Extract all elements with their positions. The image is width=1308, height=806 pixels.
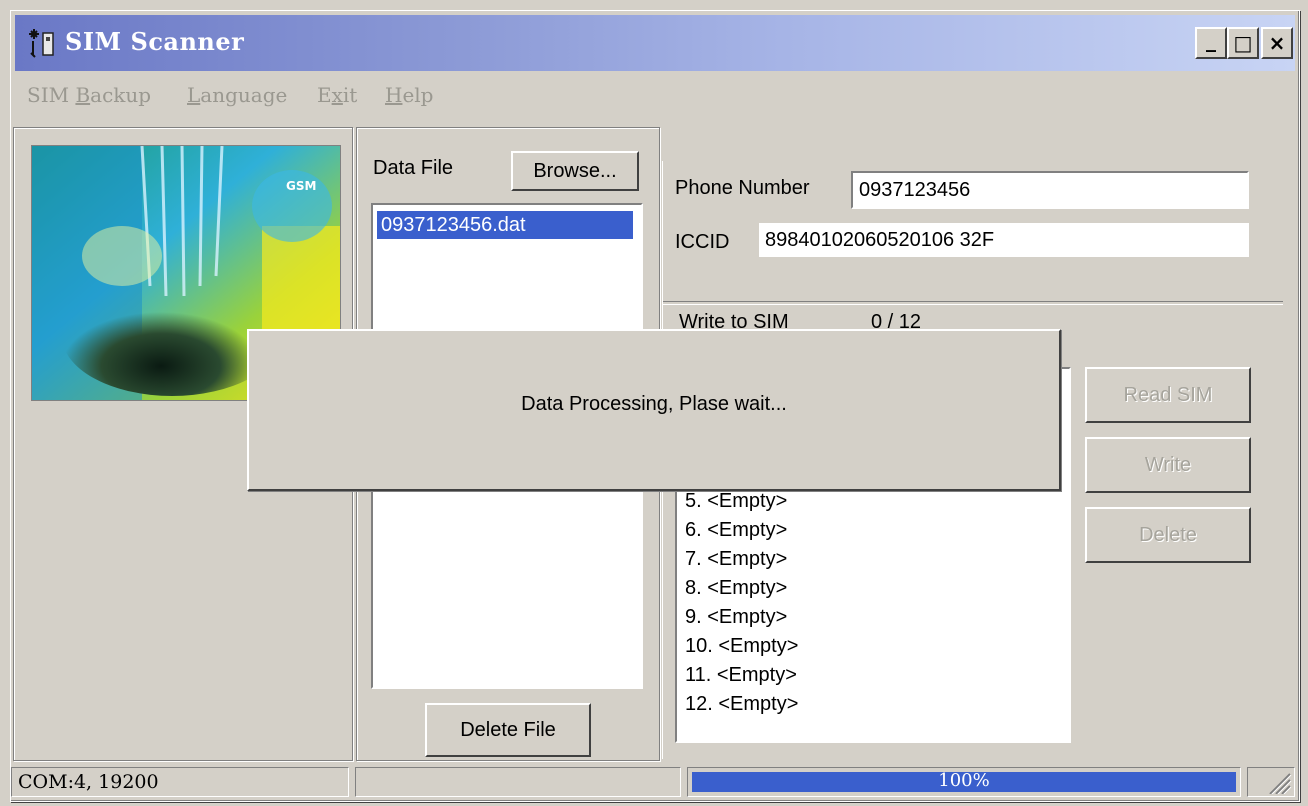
horizontal-divider (663, 301, 1283, 305)
progress-bar: 100% (687, 767, 1241, 797)
svg-text:GSM: GSM (286, 179, 316, 193)
maximize-button[interactable]: □ (1227, 27, 1259, 59)
minimize-icon: _ (1206, 28, 1216, 52)
status-pane-empty (355, 767, 681, 797)
iccid-value: 89840102060520106 32F (765, 229, 995, 251)
status-pane-grip (1247, 767, 1295, 797)
status-bar: COM:4, 19200 100% (11, 763, 1299, 799)
close-button[interactable]: × (1261, 27, 1293, 59)
phone-number-field[interactable]: 0937123456 (851, 171, 1249, 209)
list-item[interactable]: 5. <Empty> (685, 487, 798, 516)
read-sim-button[interactable]: Read SIM (1085, 367, 1251, 423)
data-file-label: Data File (373, 157, 454, 179)
list-item[interactable]: 12. <Empty> (685, 690, 798, 719)
sim-scanner-window: SIM Scanner _ □ × SIM Backup Language Ex… (10, 10, 1300, 802)
iccid-label: ICCID (675, 231, 730, 253)
iccid-field: 89840102060520106 32F (759, 223, 1249, 257)
write-button[interactable]: Write (1085, 437, 1251, 493)
list-item[interactable]: 8. <Empty> (685, 574, 798, 603)
list-item[interactable]: 6. <Empty> (685, 516, 798, 545)
menu-language[interactable]: Language (187, 83, 287, 107)
list-item[interactable]: 9. <Empty> (685, 603, 798, 632)
list-item[interactable]: 11. <Empty> (685, 661, 798, 690)
phone-number-value: 0937123456 (859, 179, 971, 201)
close-icon: × (1268, 31, 1286, 55)
menu-bar: SIM Backup Language Exit Help (15, 73, 1295, 115)
app-icon (29, 29, 54, 58)
port-status: COM:4, 19200 (18, 771, 159, 793)
delete-file-button[interactable]: Delete File (425, 703, 591, 757)
delete-button[interactable]: Delete (1085, 507, 1251, 563)
file-list-item-selected[interactable]: 0937123456.dat (377, 211, 633, 239)
processing-message: Data Processing, Plase wait... (521, 393, 787, 415)
status-pane-port: COM:4, 19200 (11, 767, 349, 797)
menu-exit[interactable]: Exit (317, 83, 357, 107)
browse-button[interactable]: Browse... (511, 151, 639, 191)
resize-grip-icon[interactable] (1262, 768, 1292, 794)
progress-text: 100% (938, 770, 990, 791)
title-bar[interactable]: SIM Scanner _ □ × (15, 15, 1295, 71)
maximize-icon: □ (1233, 31, 1253, 55)
list-item[interactable]: 10. <Empty> (685, 632, 798, 661)
minimize-button[interactable]: _ (1195, 27, 1227, 59)
list-item[interactable]: 7. <Empty> (685, 545, 798, 574)
sim-entry-list-items: 5. <Empty> 6. <Empty> 7. <Empty> 8. <Emp… (685, 487, 798, 719)
phone-number-label: Phone Number (675, 177, 810, 199)
processing-dialog: Data Processing, Plase wait... (247, 329, 1061, 491)
window-title: SIM Scanner (65, 27, 245, 56)
menu-help[interactable]: Help (385, 83, 434, 107)
menu-sim-backup[interactable]: SIM Backup (27, 83, 151, 107)
